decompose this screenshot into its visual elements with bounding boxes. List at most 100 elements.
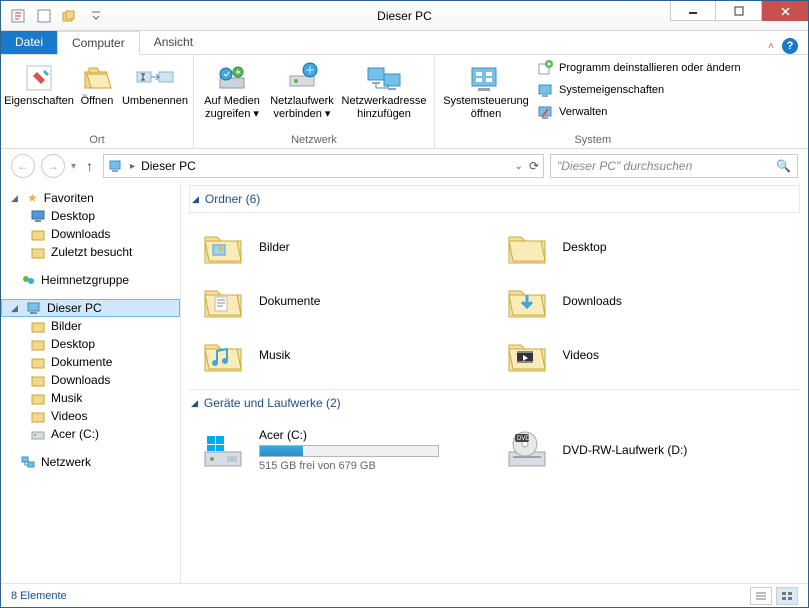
qat-undo-icon[interactable] [59,5,81,27]
qat-new-folder-icon[interactable] [33,5,55,27]
nav-pc-acer[interactable]: Acer (C:) [1,425,180,443]
drive-c[interactable]: Acer (C:) 515 GB frei von 679 GB [201,428,485,472]
nav-pc-desktop[interactable]: Desktop [1,335,180,353]
rename-button[interactable]: Umbenennen [123,57,187,112]
downloads-icon [505,279,549,323]
group-header-folders[interactable]: ◢Ordner (6) [189,185,800,213]
folder-documents[interactable]: Dokumente [201,279,485,323]
properties-icon [23,61,55,95]
status-item-count: 8 Elemente [11,590,67,602]
pictures-icon [201,225,245,269]
collapse-icon[interactable]: ◢ [191,398,198,409]
tab-view[interactable]: Ansicht [140,30,207,54]
file-tab[interactable]: Datei [1,30,57,54]
netdrive-icon [286,61,318,95]
downloads-folder-icon [31,373,45,387]
title-bar: Dieser PC [1,1,808,31]
collapse-icon[interactable]: ◢ [11,303,21,314]
minimize-button[interactable] [670,1,716,21]
folder-downloads[interactable]: Downloads [505,279,789,323]
recent-locations-dropdown-icon[interactable]: ▾ [71,161,76,172]
control-panel-icon [468,61,504,95]
nav-fav-recent[interactable]: Zuletzt besucht [1,243,180,261]
manage-button[interactable]: Verwalten [533,101,745,123]
status-bar: 8 Elemente [1,583,808,607]
qat-customize-dropdown-icon[interactable] [85,5,107,27]
collapse-icon[interactable]: ◢ [192,194,199,205]
nav-pc-pictures[interactable]: Bilder [1,317,180,335]
music-icon [201,333,245,377]
pc-icon [27,301,41,315]
drive-fill [260,446,303,456]
nav-favorites[interactable]: ◢★Favoriten [1,189,180,207]
desktop-folder-icon [505,225,549,269]
nav-fav-downloads[interactable]: Downloads [1,225,180,243]
recent-folder-icon [31,245,45,259]
close-button[interactable] [762,1,808,21]
map-network-drive-button[interactable]: Netzlaufwerk verbinden ▾ [266,57,338,125]
breadcrumb-thispc[interactable]: Dieser PC [141,159,196,173]
documents-folder-icon [31,355,45,369]
drive-icon [31,427,45,441]
sysprops-icon [537,82,553,98]
nav-pc-documents[interactable]: Dokumente [1,353,180,371]
group-header-drives[interactable]: ◢Geräte und Laufwerke (2) [189,389,800,416]
refresh-icon[interactable]: ⟳ [529,159,539,173]
back-button[interactable]: ← [11,154,35,178]
nav-pc-videos[interactable]: Videos [1,407,180,425]
address-dropdown-icon[interactable]: ⌄ [515,161,523,172]
navigation-pane: ◢★Favoriten Desktop Downloads Zuletzt be… [1,183,181,583]
star-icon: ★ [27,191,38,205]
ribbon: Eigenschaften Öffnen Umbenennen Ort Auf … [1,55,808,149]
ribbon-tab-row: Datei Computer Ansicht ˄ ? [1,31,808,55]
ribbon-group-ort: Eigenschaften Öffnen Umbenennen Ort [1,55,194,148]
qat-properties-icon[interactable] [7,5,29,27]
pc-breadcrumb-icon [108,158,124,174]
folder-pictures[interactable]: Bilder [201,225,485,269]
nav-network[interactable]: Netzwerk [1,453,180,471]
control-panel-button[interactable]: Systemsteuerung öffnen [441,57,531,125]
nav-pc-downloads[interactable]: Downloads [1,371,180,389]
help-icon[interactable]: ? [782,38,798,54]
system-properties-button[interactable]: Systemeigenschaften [533,79,745,101]
search-icon[interactable]: 🔍 [776,159,791,173]
homegroup-icon [21,273,35,287]
details-view-button[interactable] [750,587,772,605]
folder-music[interactable]: Musik [201,333,485,377]
forward-button[interactable]: → [41,154,65,178]
nav-thispc[interactable]: ◢Dieser PC [1,299,180,317]
nav-pc-music[interactable]: Musik [1,389,180,407]
folder-desktop[interactable]: Desktop [505,225,789,269]
properties-button[interactable]: Eigenschaften [7,57,71,112]
uninstall-program-button[interactable]: Programm deinstallieren oder ändern [533,57,745,79]
rename-icon [135,61,175,95]
address-bar[interactable]: ▸ Dieser PC ⌄ ⟳ [103,154,544,178]
ribbon-group-netzwerk: Auf Medien zugreifen ▾ Netzlaufwerk verb… [194,55,435,148]
os-drive-icon [201,428,245,472]
open-button[interactable]: Öffnen [73,57,121,112]
videos-icon [505,333,549,377]
ribbon-collapse-icon[interactable]: ˄ [768,41,774,52]
tiles-view-button[interactable] [776,587,798,605]
maximize-button[interactable] [716,1,762,21]
tab-computer[interactable]: Computer [57,31,140,55]
collapse-icon[interactable]: ◢ [11,193,21,204]
drive-d[interactable]: DVD DVD-RW-Laufwerk (D:) [505,428,789,472]
access-media-button[interactable]: Auf Medien zugreifen ▾ [200,57,264,125]
search-input[interactable]: "Dieser PC" durchsuchen 🔍 [550,154,798,178]
music-folder-icon [31,391,45,405]
nav-fav-desktop[interactable]: Desktop [1,207,180,225]
pictures-folder-icon [31,319,45,333]
folder-videos[interactable]: Videos [505,333,789,377]
svg-text:DVD: DVD [517,436,530,442]
up-button[interactable]: ↑ [82,158,97,174]
ribbon-group-system: Systemsteuerung öffnen Programm deinstal… [435,55,751,148]
manage-icon [537,104,553,120]
content-pane: ◢Ordner (6) Bilder Desktop Dokumente Dow… [181,183,808,583]
videos-folder-icon [31,409,45,423]
window-title: Dieser PC [377,9,432,23]
nav-homegroup[interactable]: Heimnetzgruppe [1,271,180,289]
add-network-location-button[interactable]: Netzwerkadresse hinzufügen [340,57,428,125]
desktop-folder-icon [31,337,45,351]
breadcrumb-dropdown-icon[interactable]: ▸ [130,161,135,172]
